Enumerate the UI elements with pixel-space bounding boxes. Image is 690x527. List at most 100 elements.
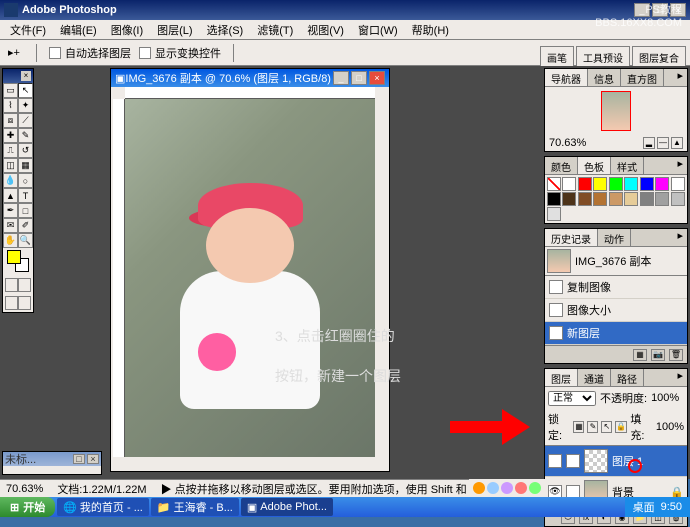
layers-menu[interactable]: ▸ — [673, 369, 687, 386]
swatch-14[interactable] — [640, 192, 654, 206]
healing-tool[interactable]: ✚ — [3, 128, 18, 143]
swatch-16[interactable] — [671, 192, 685, 206]
opacity-value[interactable]: 100% — [651, 392, 679, 404]
desktop-icon[interactable]: 桌面 — [633, 499, 655, 515]
zoom-in-icon[interactable]: ▲ — [671, 137, 683, 149]
dodge-tool[interactable]: ○ — [18, 173, 33, 188]
new-doc-from-state-icon[interactable]: ▦ — [633, 349, 647, 361]
swatch-0[interactable] — [562, 177, 576, 191]
swatch-4[interactable] — [624, 177, 638, 191]
history-brush-tool[interactable]: ↺ — [18, 143, 33, 158]
swatch-10[interactable] — [578, 192, 592, 206]
sb-icon-1[interactable] — [473, 482, 485, 494]
new-snapshot-icon[interactable]: 📷 — [651, 349, 665, 361]
notes-tool[interactable]: ✉ — [3, 218, 18, 233]
tab-layers[interactable]: 图层 — [545, 369, 578, 386]
status-zoom[interactable]: 70.63% — [6, 483, 43, 495]
move-tool-icon[interactable]: ▸+ — [4, 44, 24, 61]
visibility-icon[interactable]: 👁 — [548, 454, 562, 468]
history-item[interactable]: 新图层 — [545, 322, 687, 345]
navigator-menu[interactable]: ▸ — [673, 69, 687, 86]
swatch-none[interactable] — [547, 177, 561, 191]
swatch-7[interactable] — [671, 177, 685, 191]
document-titlebar[interactable]: ▣ IMG_3676 副本 @ 70.6% (图层 1, RGB/8) _ □ … — [111, 69, 389, 87]
path-select-tool[interactable]: ▲ — [3, 188, 18, 203]
tab-actions[interactable]: 动作 — [598, 229, 631, 246]
lasso-tool[interactable]: ⌇ — [3, 98, 18, 113]
clock[interactable]: 9:50 — [661, 501, 682, 513]
document-window[interactable]: ▣ IMG_3676 副本 @ 70.6% (图层 1, RGB/8) _ □ … — [110, 68, 390, 472]
swatch-2[interactable] — [593, 177, 607, 191]
zoom-tool[interactable]: 🔍 — [18, 233, 33, 248]
menu-window[interactable]: 窗口(W) — [352, 20, 404, 40]
tab-navigator[interactable]: 导航器 — [545, 69, 588, 86]
menu-layer[interactable]: 图层(L) — [151, 20, 198, 40]
status-docsize[interactable]: 文档:1.22M/1.22M — [57, 481, 146, 497]
quickmask-mode[interactable] — [18, 278, 31, 292]
menu-filter[interactable]: 滤镜(T) — [251, 20, 299, 40]
sb-icon-3[interactable] — [501, 482, 513, 494]
task-item-2[interactable]: 📁王海睿 - B... — [151, 498, 239, 516]
sb-icon-4[interactable] — [515, 482, 527, 494]
menu-image[interactable]: 图像(I) — [105, 20, 149, 40]
minimized-document[interactable]: 未标... □ × — [2, 451, 102, 475]
swatch-1[interactable] — [578, 177, 592, 191]
screen-full-menu[interactable] — [18, 296, 31, 310]
type-tool[interactable]: T — [18, 188, 33, 203]
swatch-13[interactable] — [624, 192, 638, 206]
zoom-out-icon[interactable]: ▂ — [643, 137, 655, 149]
swatches-menu[interactable]: ▸ — [673, 157, 687, 174]
menu-select[interactable]: 选择(S) — [201, 20, 250, 40]
menu-file[interactable]: 文件(F) — [4, 20, 52, 40]
wand-tool[interactable]: ✦ — [18, 98, 33, 113]
tab-channels[interactable]: 通道 — [578, 369, 611, 386]
color-picker[interactable] — [3, 248, 33, 276]
ruler-horizontal[interactable] — [125, 87, 375, 99]
swatch-12[interactable] — [609, 192, 623, 206]
swatch-15[interactable] — [655, 192, 669, 206]
swatch-9[interactable] — [562, 192, 576, 206]
lock-all-icon[interactable]: 🔒 — [615, 421, 627, 433]
swatch-6[interactable] — [655, 177, 669, 191]
doc-maximize[interactable]: □ — [351, 71, 367, 85]
standard-mode[interactable] — [5, 278, 18, 292]
swatch-3[interactable] — [609, 177, 623, 191]
swatch-17[interactable] — [547, 207, 561, 221]
tab-styles[interactable]: 样式 — [611, 157, 644, 174]
lock-paint-icon[interactable]: ✎ — [587, 421, 598, 433]
eraser-tool[interactable]: ◫ — [3, 158, 18, 173]
canvas[interactable] — [125, 99, 375, 457]
brush-tool[interactable]: ✎ — [18, 128, 33, 143]
system-tray[interactable]: 桌面 9:50 — [625, 497, 690, 517]
layer-thumbnail[interactable] — [584, 449, 608, 473]
swatch-8[interactable] — [547, 192, 561, 206]
tab-paths[interactable]: 路径 — [611, 369, 644, 386]
shape-tool[interactable]: □ — [18, 203, 33, 218]
swatch-5[interactable] — [640, 177, 654, 191]
task-item-3[interactable]: ▣Adobe Phot... — [241, 498, 333, 516]
navigator-zoom-value[interactable]: 70.63% — [549, 137, 586, 149]
hand-tool[interactable]: ✋ — [3, 233, 18, 248]
tab-info[interactable]: 信息 — [588, 69, 621, 86]
menu-help[interactable]: 帮助(H) — [406, 20, 455, 40]
auto-select-checkbox[interactable]: 自动选择图层 — [49, 45, 131, 61]
eyedropper-tool[interactable]: ✐ — [18, 218, 33, 233]
mini-restore[interactable]: □ — [73, 454, 85, 464]
tab-swatches[interactable]: 色板 — [578, 157, 611, 174]
layer-item[interactable]: 👁图层 1 — [545, 446, 687, 477]
sb-icon-2[interactable] — [487, 482, 499, 494]
tab-histogram[interactable]: 直方图 — [621, 69, 664, 86]
history-snapshot[interactable]: IMG_3676 副本 — [545, 247, 687, 276]
start-button[interactable]: ⊞ 开始 — [0, 497, 55, 517]
zoom-slider[interactable]: — — [657, 137, 669, 149]
menu-view[interactable]: 视图(V) — [301, 20, 350, 40]
fill-value[interactable]: 100% — [656, 421, 684, 433]
marquee-tool[interactable]: ▭ — [3, 83, 18, 98]
history-menu[interactable]: ▸ — [673, 229, 687, 246]
tab-history[interactable]: 历史记录 — [545, 229, 598, 246]
menu-edit[interactable]: 编辑(E) — [54, 20, 103, 40]
swatch-11[interactable] — [593, 192, 607, 206]
blend-mode-select[interactable]: 正常 — [548, 391, 596, 406]
crop-tool[interactable]: ⧈ — [3, 113, 18, 128]
show-bounding-checkbox[interactable]: 显示变换控件 — [139, 45, 221, 61]
